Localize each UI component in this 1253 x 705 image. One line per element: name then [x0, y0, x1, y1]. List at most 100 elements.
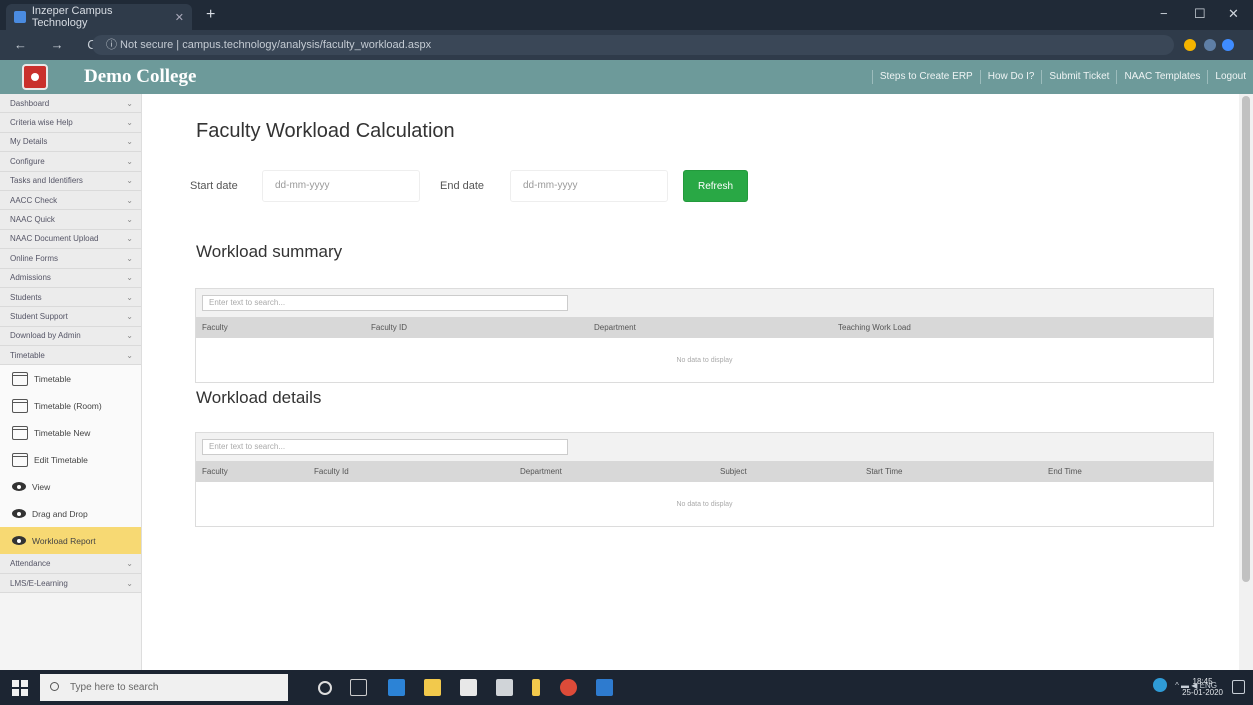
sidebar-subitem-label: Edit Timetable	[34, 454, 88, 465]
details-empty-message: No data to display	[676, 500, 733, 508]
address-bar[interactable]: ⓘ Not secure | campus.technology/analysi…	[92, 35, 1174, 55]
column-header[interactable]: Department	[520, 467, 562, 476]
file-explorer-icon[interactable]	[424, 679, 441, 696]
sidebar-subitem-timetable[interactable]: Timetable	[0, 365, 141, 393]
sidebar-item-timetable[interactable]: Timetable ⌄	[0, 346, 141, 366]
browser-tab-strip: Inzeper Campus Technology ✕ + − ☐ ✕	[0, 0, 1253, 30]
sidebar: Dashboard ⌄ Criteria wise Help ⌄ My Detail…	[0, 94, 142, 670]
link-naac-templates[interactable]: NAAC Templates	[1116, 70, 1207, 84]
sidebar-item-lms[interactable]: LMS/E-Learning ⌄	[0, 573, 141, 594]
chevron-down-icon: ⌄	[126, 292, 133, 302]
chevron-down-icon: ⌄	[126, 331, 133, 341]
sidebar-subitem-edit-timetable[interactable]: Edit Timetable	[0, 446, 141, 474]
sidebar-item-my-details[interactable]: My Details ⌄	[0, 132, 141, 153]
chevron-down-icon: ⌄	[126, 195, 133, 205]
chevron-down-icon: ⌄	[126, 350, 133, 360]
chevron-down-icon: ⌄	[126, 118, 133, 128]
column-header[interactable]: Teaching Work Load	[838, 323, 911, 332]
sidebar-subitem-drag-drop[interactable]: Drag and Drop	[0, 500, 141, 528]
end-date-label: End date	[440, 180, 485, 192]
app-icon[interactable]	[496, 679, 513, 696]
app-icon[interactable]	[596, 679, 613, 696]
notification-icon[interactable]	[1232, 680, 1245, 694]
link-submit-ticket[interactable]: Submit Ticket	[1041, 70, 1116, 84]
tab-close-icon[interactable]: ✕	[175, 11, 184, 24]
site-favicon-icon	[14, 11, 26, 23]
task-view-icon[interactable]	[350, 679, 367, 696]
sidebar-item-attendance[interactable]: Attendance ⌄	[0, 554, 141, 574]
link-logout[interactable]: Logout	[1207, 70, 1253, 84]
details-search-input[interactable]: Enter text to search...	[202, 439, 568, 455]
column-header[interactable]: Department	[594, 323, 636, 332]
sidebar-item-configure[interactable]: Configure ⌄	[0, 152, 141, 172]
app-header: Demo College Steps to Create ERP How Do …	[0, 60, 1253, 94]
sidebar-item-student-support[interactable]: Student Support ⌄	[0, 307, 141, 327]
column-header[interactable]: Faculty	[202, 323, 228, 332]
minimize-button[interactable]: −	[1160, 6, 1168, 21]
sidebar-item-admissions[interactable]: Admissions ⌄	[0, 268, 141, 288]
end-date-input[interactable]: dd-mm-yyyy	[510, 170, 668, 202]
close-window-button[interactable]: ✕	[1228, 6, 1239, 22]
sidebar-item-dashboard[interactable]: Dashboard ⌄	[0, 94, 141, 114]
clock-time: 18:45	[1192, 677, 1213, 686]
sidebar-item-label: Students	[10, 292, 42, 302]
start-date-input[interactable]: dd-mm-yyyy	[262, 170, 420, 202]
link-steps-erp[interactable]: Steps to Create ERP	[871, 70, 980, 84]
new-tab-button[interactable]: +	[206, 6, 215, 24]
sidebar-subitem-workload-report[interactable]: Workload Report	[0, 527, 141, 555]
sidebar-item-label: Online Forms	[10, 253, 59, 263]
edge-icon[interactable]	[388, 679, 405, 696]
extension-icon[interactable]	[1204, 39, 1216, 51]
link-how-do-i[interactable]: How Do I?	[979, 70, 1042, 84]
sidebar-item-label: Criteria wise Help	[10, 118, 73, 128]
browser-toolbar: ← → C ⓘ Not secure | campus.technology/a…	[0, 30, 1253, 60]
column-header[interactable]: Faculty	[202, 467, 228, 476]
calendar-icon	[12, 398, 28, 413]
scrollbar-thumb[interactable]	[1242, 96, 1250, 582]
sidebar-item-naac-quick[interactable]: NAAC Quick ⌄	[0, 210, 141, 230]
column-header[interactable]: Subject	[720, 467, 747, 476]
column-header[interactable]: Faculty Id	[314, 467, 349, 476]
chrome-icon[interactable]	[560, 679, 577, 696]
chevron-down-icon: ⌄	[126, 234, 133, 244]
sidebar-subitem-view[interactable]: View	[0, 473, 141, 501]
column-header[interactable]: End Time	[1048, 467, 1082, 476]
taskbar-search-box[interactable]: Type here to search	[40, 674, 288, 701]
network-status-icon[interactable]	[1153, 678, 1168, 692]
star-icon[interactable]	[1184, 39, 1196, 51]
sidebar-item-download-admin[interactable]: Download by Admin ⌄	[0, 326, 141, 347]
details-title: Workload details	[196, 388, 322, 407]
cortana-icon[interactable]	[318, 681, 332, 695]
sidebar-subitem-timetable-room[interactable]: Timetable (Room)	[0, 392, 141, 420]
summary-search-input[interactable]: Enter text to search...	[202, 295, 568, 311]
sidebar-item-students[interactable]: Students ⌄	[0, 287, 141, 308]
sidebar-item-label: Student Support	[10, 311, 68, 321]
maximize-button[interactable]: ☐	[1194, 6, 1206, 22]
store-icon[interactable]	[460, 679, 477, 696]
browser-tab[interactable]: Inzeper Campus Technology ✕	[6, 4, 192, 30]
column-header[interactable]: Start Time	[866, 467, 902, 476]
sidebar-item-naac-upload[interactable]: NAAC Document Upload ⌄	[0, 229, 141, 250]
windows-start-icon[interactable]	[12, 680, 28, 696]
calendar-icon	[12, 452, 28, 467]
sidebar-item-label: My Details	[10, 137, 48, 147]
sidebar-item-label: NAAC Quick	[10, 215, 55, 225]
sidebar-subitem-timetable-new[interactable]: Timetable New	[0, 419, 141, 447]
page-scrollbar[interactable]	[1239, 94, 1253, 670]
eye-icon	[12, 482, 26, 492]
sidebar-item-label: Configure	[10, 156, 45, 166]
chevron-down-icon: ⌄	[126, 156, 133, 166]
column-header[interactable]: Faculty ID	[371, 323, 407, 332]
details-table: Enter text to search... Faculty Faculty …	[195, 432, 1214, 527]
sidebar-item-online-forms[interactable]: Online Forms ⌄	[0, 249, 141, 269]
windows-taskbar: Type here to search ^ ▬ ◀ ENG 18:45 25-0…	[0, 670, 1253, 705]
sidebar-item-label: Dashboard	[10, 98, 50, 108]
sidebar-subitem-label: Timetable	[34, 373, 72, 384]
app-icon[interactable]	[532, 679, 540, 696]
profile-avatar-icon[interactable]	[1222, 39, 1234, 51]
sidebar-item-criteria-help[interactable]: Criteria wise Help ⌄	[0, 113, 141, 133]
taskbar-clock[interactable]: 18:45 25-01-2020	[1182, 676, 1223, 698]
sidebar-item-tasks[interactable]: Tasks and Identifiers ⌄	[0, 171, 141, 191]
refresh-button[interactable]: Refresh	[683, 170, 748, 202]
sidebar-item-aacc-check[interactable]: AACC Check ⌄	[0, 190, 141, 211]
